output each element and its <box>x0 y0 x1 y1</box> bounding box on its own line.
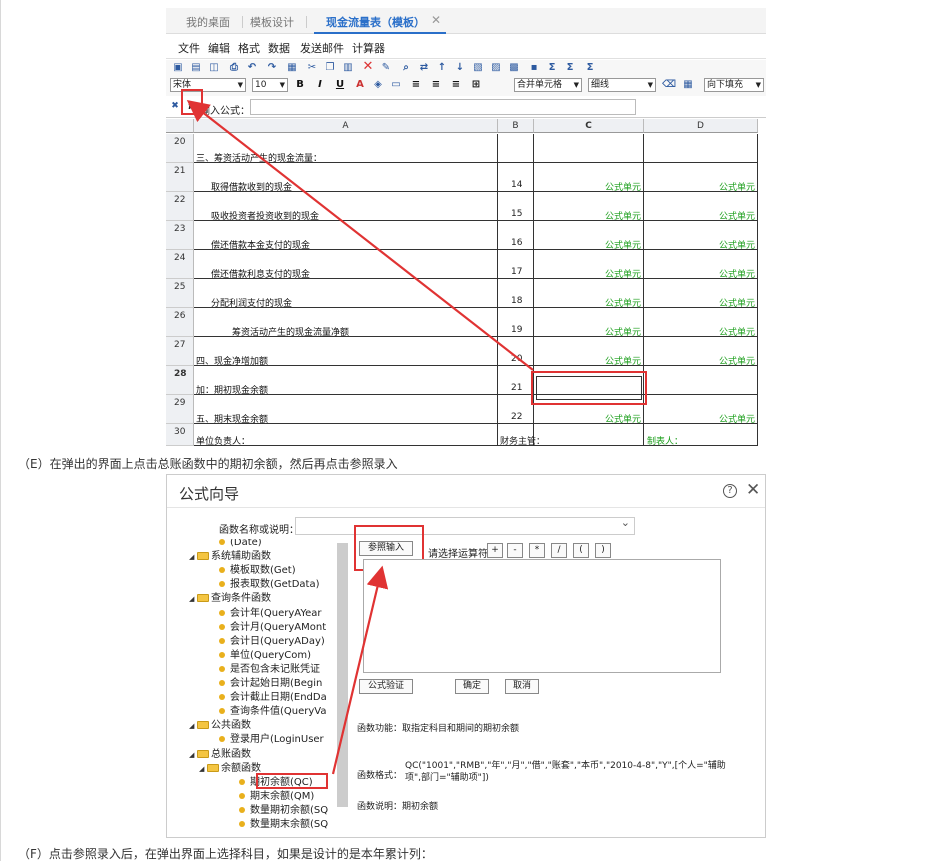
arrow-qc-to-ref <box>331 565 389 775</box>
annotation-arrows <box>186 99 534 775</box>
arrow-cell-to-fx <box>186 99 534 371</box>
